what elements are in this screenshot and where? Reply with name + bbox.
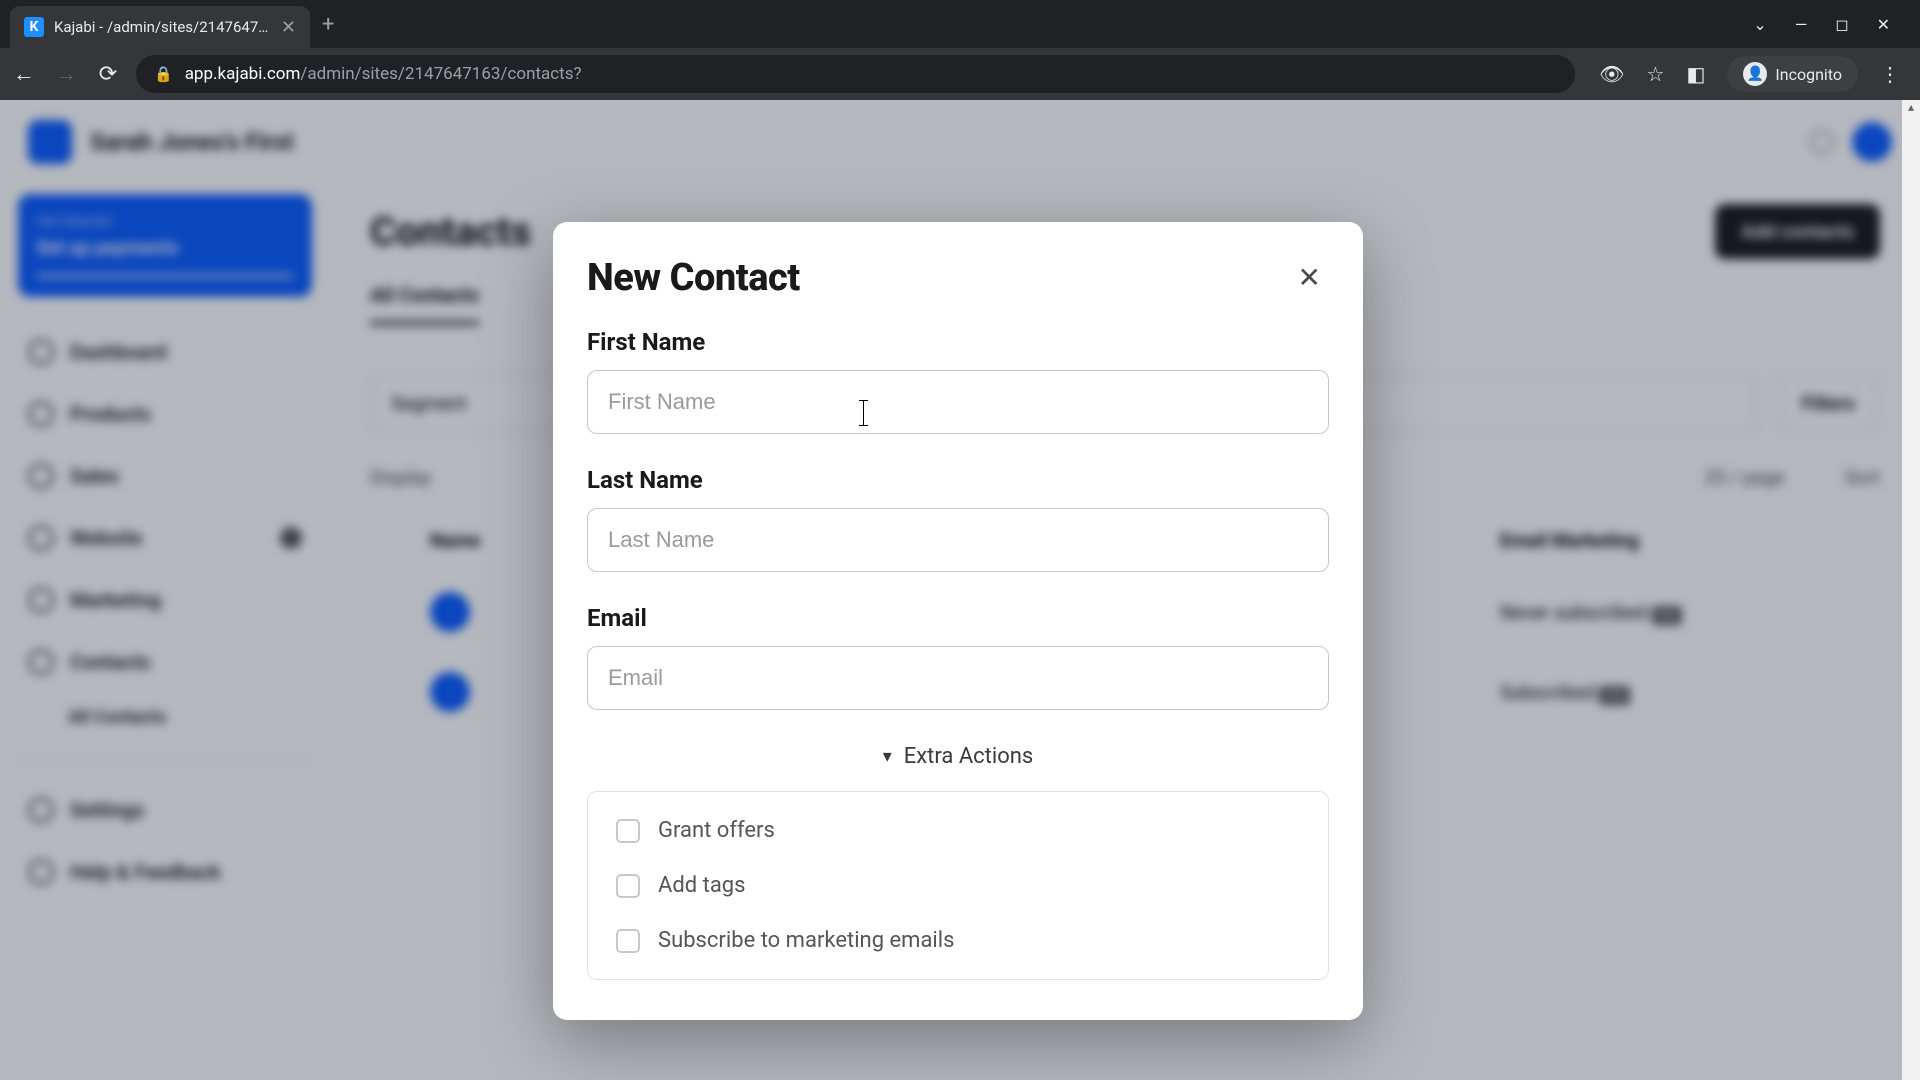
add-tags-label: Add tags xyxy=(658,873,746,898)
kebab-menu-icon[interactable]: ⋮ xyxy=(1880,62,1900,86)
grant-offers-checkbox[interactable]: Grant offers xyxy=(616,818,1300,843)
checkbox-icon xyxy=(616,819,640,843)
url-input[interactable]: 🔒 app.kajabi.com/admin/sites/2147647163/… xyxy=(136,55,1575,93)
nav-forward-icon: → xyxy=(52,61,80,87)
lock-icon: 🔒 xyxy=(154,65,173,83)
browser-tab[interactable]: K Kajabi - /admin/sites/2147647163 ✕ xyxy=(10,6,310,48)
text-cursor-icon xyxy=(863,400,864,426)
address-bar-icons: 👁 ☆ ◧ 👤 Incognito ⋮ xyxy=(1589,56,1910,92)
url-path: /admin/sites/2147647163/contacts? xyxy=(300,64,581,84)
add-tags-checkbox[interactable]: Add tags xyxy=(616,873,1300,898)
tab-title: Kajabi - /admin/sites/2147647163 xyxy=(54,18,271,36)
subscribe-checkbox[interactable]: Subscribe to marketing emails xyxy=(616,928,1300,953)
tab-favicon: K xyxy=(24,17,44,37)
url-host: app.kajabi.com xyxy=(185,64,301,84)
subscribe-label: Subscribe to marketing emails xyxy=(658,928,954,953)
window-controls: ⌄ — ◻ ✕ xyxy=(1753,15,1910,34)
window-close-icon[interactable]: ✕ xyxy=(1877,15,1890,34)
last-name-label: Last Name xyxy=(587,466,1329,494)
tab-bar: K Kajabi - /admin/sites/2147647163 ✕ + ⌄… xyxy=(0,0,1920,48)
chevron-down-icon: ▾ xyxy=(883,746,892,767)
nav-back-icon[interactable]: ← xyxy=(10,61,38,87)
panel-icon[interactable]: ◧ xyxy=(1686,62,1705,86)
nav-reload-icon[interactable]: ⟳ xyxy=(94,62,122,87)
modal-header: New Contact ✕ xyxy=(587,256,1329,300)
eye-off-icon[interactable]: 👁 xyxy=(1599,62,1624,86)
incognito-badge[interactable]: 👤 Incognito xyxy=(1727,56,1858,92)
checkbox-icon xyxy=(616,874,640,898)
tab-search-icon[interactable]: ⌄ xyxy=(1753,15,1766,34)
extra-actions-panel: Grant offers Add tags Subscribe to marke… xyxy=(587,791,1329,980)
checkbox-icon xyxy=(616,929,640,953)
window-minimize-icon[interactable]: — xyxy=(1795,15,1808,34)
new-contact-modal: New Contact ✕ First Name Last Name Email… xyxy=(553,222,1363,1020)
scroll-up-icon[interactable]: ▴ xyxy=(1902,100,1920,118)
new-tab-button[interactable]: + xyxy=(322,12,334,37)
incognito-label: Incognito xyxy=(1775,65,1842,84)
window-maximize-icon[interactable]: ◻ xyxy=(1835,15,1848,34)
incognito-icon: 👤 xyxy=(1743,62,1767,86)
first-name-label: First Name xyxy=(587,328,1329,356)
viewport: Sarah Jones's First Get Started Set up p… xyxy=(0,100,1920,1080)
grant-offers-label: Grant offers xyxy=(658,818,775,843)
last-name-input[interactable] xyxy=(587,508,1329,572)
extra-actions-toggle[interactable]: ▾ Extra Actions xyxy=(587,744,1329,769)
scrollbar[interactable]: ▴ xyxy=(1902,100,1920,1080)
address-bar: ← → ⟳ 🔒 app.kajabi.com/admin/sites/21476… xyxy=(0,48,1920,100)
browser-chrome: K Kajabi - /admin/sites/2147647163 ✕ + ⌄… xyxy=(0,0,1920,100)
tab-close-icon[interactable]: ✕ xyxy=(281,17,296,38)
modal-title: New Contact xyxy=(587,256,800,300)
close-icon[interactable]: ✕ xyxy=(1290,260,1329,296)
first-name-input[interactable] xyxy=(587,370,1329,434)
extra-actions-label: Extra Actions xyxy=(904,744,1034,769)
email-input[interactable] xyxy=(587,646,1329,710)
email-label: Email xyxy=(587,604,1329,632)
bookmark-star-icon[interactable]: ☆ xyxy=(1647,62,1665,86)
